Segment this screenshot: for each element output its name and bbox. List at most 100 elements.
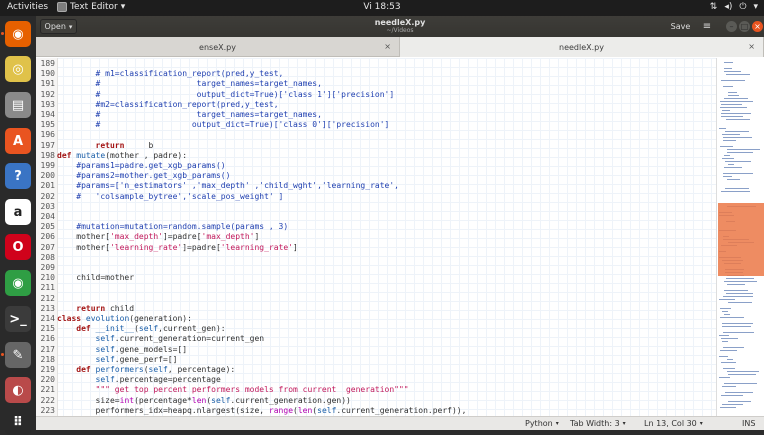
clock[interactable]: Vi 18:53 — [0, 2, 764, 12]
minimap-line — [720, 101, 753, 102]
code-line[interactable]: 205 #mutation=mutation=random.sample(par… — [36, 222, 716, 232]
code-line[interactable]: 208 — [36, 253, 716, 263]
tab-label: needleX.py — [559, 42, 604, 52]
insert-mode-indicator[interactable]: INS — [742, 419, 755, 428]
code-line[interactable]: 204 — [36, 212, 716, 222]
code-line[interactable]: 220 self.percentage=percentage — [36, 375, 716, 385]
minimap-line — [722, 341, 728, 342]
code-line[interactable]: 193 #m2=classification_report(pred,y_tes… — [36, 100, 716, 110]
text-editor-icon[interactable]: ✎ — [5, 342, 31, 368]
maximize-icon[interactable]: □ — [739, 21, 750, 32]
code-token: 'learning_rate' — [109, 242, 183, 252]
terminal-icon[interactable]: >_ — [5, 306, 31, 332]
code-token: # 'colsample_bytree','scale_pos_weight' … — [76, 191, 284, 201]
line-number: 209 — [40, 263, 55, 272]
code-text: self.gene_perf=[] — [57, 354, 178, 365]
code-line[interactable]: 201 #params=['n_estimators' ,'max_depth'… — [36, 181, 716, 191]
code-line[interactable]: 195 # output_dict=True)['class 0']['prec… — [36, 120, 716, 130]
code-line[interactable]: 196 — [36, 130, 716, 140]
minimap-line — [722, 134, 740, 135]
line-number: 201 — [40, 181, 55, 191]
tab-ensex[interactable]: enseX.py × — [36, 37, 400, 57]
code-line[interactable]: 217 self.gene_models=[] — [36, 345, 716, 355]
code-line[interactable]: 223 performers_idx=heapq.nlargest(size, … — [36, 406, 716, 416]
code-line[interactable]: 200 #params2=mother.get_xgb_params() — [36, 171, 716, 181]
running-indicator — [1, 32, 4, 35]
code-line[interactable]: 203 — [36, 202, 716, 212]
code-line[interactable]: 210 child=mother — [36, 273, 716, 283]
code-line[interactable]: 221 """ get top percent performers model… — [36, 385, 716, 395]
code-line[interactable]: 216 self.current_generation=current_gen — [36, 334, 716, 344]
code-editor[interactable]: 189 190 # m1=classification_report(pred,y… — [36, 58, 716, 416]
firefox-icon[interactable]: ◉ — [5, 21, 31, 47]
tab-width-selector[interactable]: Tab Width: 3 ▾ — [570, 419, 626, 428]
code-line[interactable]: 194 # target_names=target_names, — [36, 110, 716, 120]
minimap[interactable] — [716, 58, 764, 416]
code-line[interactable]: 212 — [36, 294, 716, 304]
tab-close-icon[interactable]: × — [748, 42, 755, 51]
files-icon[interactable]: ▤ — [5, 92, 31, 118]
code-line[interactable]: 206 mother['max_depth']=padre['max_depth… — [36, 232, 716, 242]
code-token: child — [105, 303, 135, 313]
code-line[interactable]: 211 — [36, 283, 716, 293]
save-button[interactable]: Save — [667, 19, 694, 34]
code-token: self — [95, 344, 115, 354]
rhythmbox-icon[interactable]: ◎ — [5, 56, 31, 82]
code-line[interactable]: 192 # output_dict=True)['class 1']['prec… — [36, 90, 716, 100]
code-line[interactable]: 209 — [36, 263, 716, 273]
code-line[interactable]: 198 def mutate(mother , padre): — [36, 151, 716, 161]
code-line[interactable]: 219 def performers(self, percentage): — [36, 365, 716, 375]
line-number: 218 — [40, 354, 55, 364]
minimize-icon[interactable]: – — [726, 21, 737, 32]
disk-icon[interactable]: ◐ — [5, 377, 31, 403]
software-center-icon[interactable]: A — [5, 128, 31, 154]
code-line[interactable]: 207 mother['learning_rate']=padre['learn… — [36, 243, 716, 253]
code-token: ]=padre[ — [162, 232, 202, 242]
chrome-icon[interactable]: ◉ — [5, 270, 31, 296]
code-line[interactable]: 215 def __init__(self,current_gen): — [36, 324, 716, 334]
code-line[interactable]: 214 class evolution(generation): — [36, 314, 716, 324]
code-line[interactable]: 190 # m1=classification_report(pred,y_te… — [36, 69, 716, 79]
help-icon[interactable]: ? — [5, 163, 31, 189]
line-number: 204 — [40, 212, 55, 221]
code-line[interactable]: 202 # 'colsample_bytree','scale_pos_weig… — [36, 192, 716, 202]
line-number: 214 — [40, 314, 55, 323]
code-line[interactable]: 197 return b — [36, 141, 716, 151]
code-line[interactable]: 222 size=int(percentage*len(self.current… — [36, 396, 716, 406]
cursor-position[interactable]: Ln 13, Col 30 ▾ — [644, 419, 703, 428]
minimap-viewport[interactable] — [718, 203, 764, 276]
code-line[interactable]: 199 #params1=padre.get_xgb_params() — [36, 161, 716, 171]
minimap-line — [722, 326, 751, 327]
tab-close-icon[interactable]: × — [384, 42, 391, 51]
hamburger-menu-icon[interactable]: ≡ — [700, 19, 714, 34]
code-line[interactable]: 191 # target_names=target_names, — [36, 79, 716, 89]
minimap-line — [720, 317, 744, 318]
system-tray[interactable]: ⇅ ◂) ⏻ ▾ — [710, 2, 758, 12]
minimap-line — [728, 95, 739, 96]
code-token: class — [57, 314, 82, 323]
code-line[interactable]: 218 self.gene_perf=[] — [36, 355, 716, 365]
minimap-line — [728, 164, 734, 165]
language-selector[interactable]: Python ▾ — [525, 419, 559, 428]
line-number: 196 — [40, 130, 55, 140]
line-number: 195 — [40, 120, 55, 130]
code-token: .gene_perf=[] — [114, 354, 178, 364]
code-line[interactable]: 189 — [36, 59, 716, 69]
minimap-line — [727, 179, 740, 180]
line-number: 189 — [40, 59, 55, 68]
code-token: ] — [293, 242, 298, 252]
close-icon[interactable]: × — [752, 21, 763, 32]
tab-needlex[interactable]: needleX.py × — [400, 37, 764, 57]
amazon-icon[interactable]: a — [5, 199, 31, 225]
code-line[interactable]: 213 return child — [36, 304, 716, 314]
code-token: range — [268, 405, 294, 415]
code-text: child=mother — [57, 273, 134, 283]
code-token: return — [95, 140, 125, 150]
show-apps-icon[interactable]: ⠿ — [5, 409, 31, 435]
code-token: len — [297, 405, 313, 415]
opera-icon[interactable]: O — [5, 234, 31, 260]
header-bar: Open ▾ needleX.py ~/Videos Save ≡ – □ × — [36, 16, 764, 37]
